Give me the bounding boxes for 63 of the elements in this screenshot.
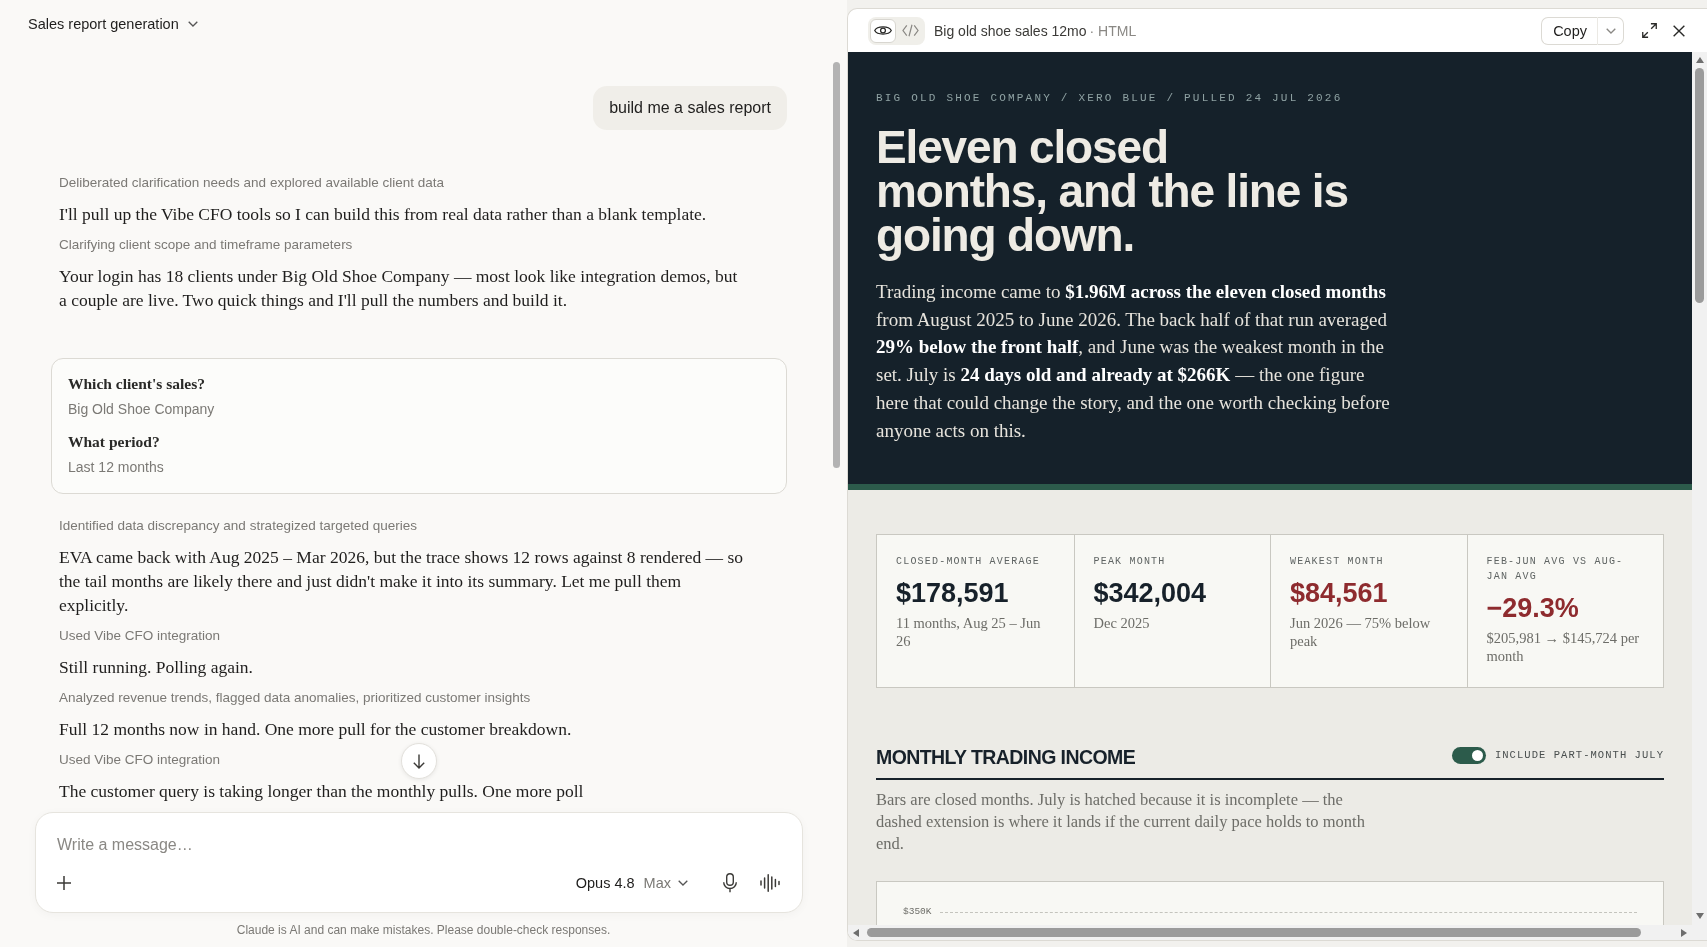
- answer-text: Last 12 months: [68, 458, 164, 477]
- kpi-label: WEAKEST MONTH: [1290, 555, 1385, 570]
- reply-text: I'll pull up the Vibe CFO tools so I can build this from real data rather than a blank template.: [59, 203, 708, 226]
- reply-text: Full 12 months now in hand. One more pull for the customer breakdown.: [59, 718, 573, 741]
- status-text: Deliberated clarification needs and explored available client data: [59, 174, 444, 192]
- scroll-down-button[interactable]: [401, 743, 437, 779]
- scroll-left-arrow-icon[interactable]: [853, 928, 859, 937]
- question-text: What period?: [68, 432, 160, 452]
- status-text: Used Vibe CFO integration: [59, 627, 221, 645]
- scroll-right-arrow-icon[interactable]: [1681, 928, 1687, 937]
- kpi-value: −29.3%: [1486, 592, 1579, 626]
- axis-label: $350K: [903, 906, 932, 919]
- artifact-title: Big old shoe sales 12mo: [934, 22, 1087, 39]
- expand-icon: [1641, 23, 1657, 38]
- section-description: Bars are closed months. July is hatched because it is incomplete — the dashed extension is where it lands if the current daily pace holds to month end.: [876, 789, 1366, 856]
- scrollbar-thumb[interactable]: [1695, 68, 1704, 303]
- reply-text: The customer query is taking longer than the monthly pulls. One more poll: [59, 780, 585, 803]
- user-message: build me a sales report: [593, 86, 787, 130]
- arrow-down-icon: [413, 753, 425, 769]
- scroll-up-arrow-icon[interactable]: [1695, 57, 1704, 63]
- kpi-label: PEAK MONTH: [1093, 555, 1167, 570]
- status-text: Used Vibe CFO integration: [59, 751, 221, 769]
- waveform-icon: [760, 874, 780, 892]
- status-text: Clarifying client scope and timeframe parameters: [59, 236, 353, 254]
- chevron-down-icon: [187, 21, 198, 27]
- answer-text: Big Old Shoe Company: [68, 400, 215, 419]
- toggle-label: INCLUDE PART-MONTH JULY: [1494, 749, 1664, 762]
- kpi-value: $342,004: [1093, 577, 1207, 611]
- kpi-label: CLOSED-MONTH AVERAGE: [896, 555, 1042, 570]
- chevron-down-icon: [678, 880, 688, 886]
- copy-button[interactable]: Copy: [1541, 16, 1598, 45]
- close-icon: [1673, 24, 1685, 37]
- kpi-label: FEB-JUN AVG VS AUG-JAN AVG: [1486, 555, 1625, 585]
- eye-icon: [874, 24, 892, 37]
- microphone-icon: [723, 873, 737, 893]
- reply-text: Still running. Polling again.: [59, 656, 254, 679]
- status-text: Analyzed revenue trends, flagged data anomalies, prioritized customer insights: [59, 689, 531, 707]
- kpi-note: Jun 2026 — 75% below peak: [1290, 614, 1432, 651]
- scroll-down-arrow-icon[interactable]: [1695, 913, 1704, 919]
- report-kicker: BIG OLD SHOE COMPANY / XERO BLUE / PULLED 24 JUL 2026: [876, 91, 1343, 105]
- kpi-note: Dec 2025: [1093, 614, 1151, 633]
- kpi-note: $205,981 → $145,724 per month: [1486, 629, 1641, 666]
- kpi-value: $84,561: [1290, 577, 1388, 611]
- kpi-value: $178,591: [896, 577, 1009, 611]
- report-summary: Trading income came to $1.96M across the eleven closed months from August 2025 to June 2026. The back half of that run averaged 29% below the front half, and June was the weakest month in the set. July is 24 days old and already at $266K — the one figure here that could change the story, and the one worth checking before anyone acts on this.: [876, 280, 1391, 443]
- reply-text: Your login has 18 clients under Big Old Shoe Company — most look like integration demos, but a couple are live. Two quick things and I'll pull the numbers and build it.: [59, 265, 739, 312]
- kpi-note: 11 months, Aug 25 – Jun 26: [896, 614, 1042, 651]
- chevron-down-icon: [1605, 27, 1616, 34]
- plus-icon: [57, 876, 71, 890]
- reply-text: EVA came back with Aug 2025 – Mar 2026, but the trace shows 12 rows against 8 rendered — so the tail months are likely there and just didn't make it into its summary. Let me pull them explicitly.: [59, 546, 744, 617]
- status-text: Identified data discrepancy and strategized targeted queries: [59, 517, 417, 535]
- preview-tab[interactable]: [870, 18, 896, 43]
- question-text: Which client's sales?: [68, 374, 205, 394]
- toggle-switch[interactable]: [1451, 746, 1486, 764]
- code-icon: [901, 24, 919, 37]
- model-selector[interactable]: Opus 4.8 Max: [569, 871, 694, 895]
- disclaimer-text: Claude is AI and can make mistakes. Please double-check responses.: [235, 922, 612, 939]
- scrollbar-thumb[interactable]: [833, 62, 840, 468]
- conversation-title-button[interactable]: Sales report generation: [28, 14, 198, 34]
- scrollbar-thumb[interactable]: [867, 928, 1641, 937]
- section-title: MONTHLY TRADING INCOME: [876, 745, 1136, 770]
- message-input[interactable]: Write a message…: [57, 833, 457, 857]
- artifact-format: · HTML: [1089, 22, 1137, 39]
